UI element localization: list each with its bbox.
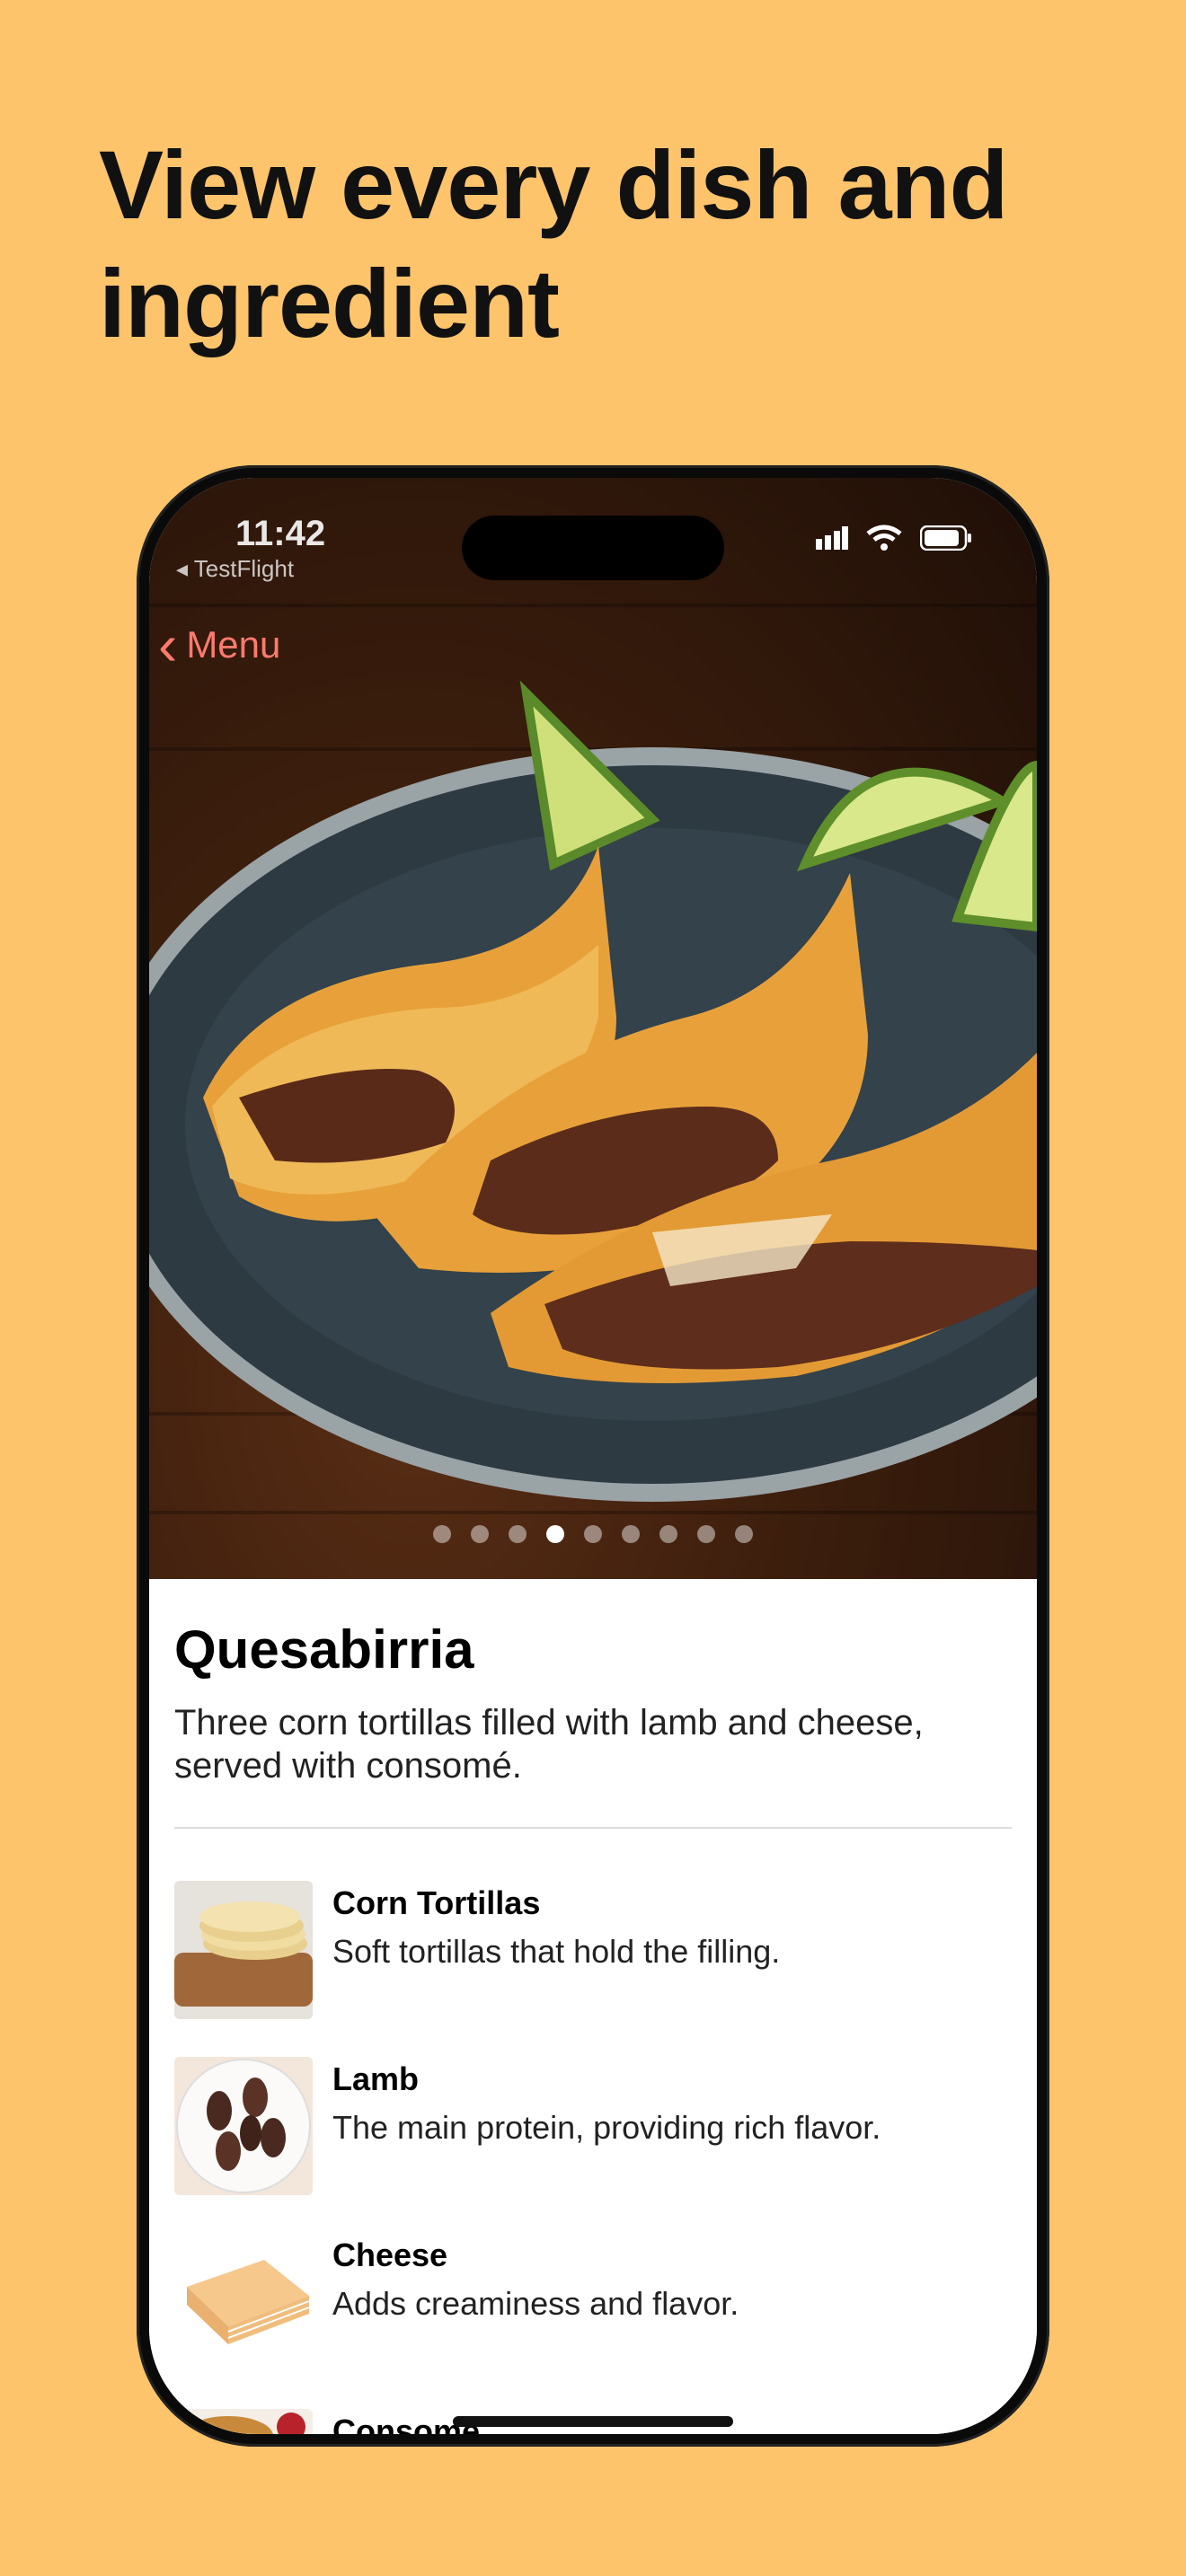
page-dot[interactable] <box>697 1525 715 1543</box>
ingredient-list: Corn Tortillas Soft tortillas that hold … <box>174 1881 1012 2434</box>
page-dot[interactable] <box>622 1525 640 1543</box>
phone-screen: 11:42 ◂ TestFlight ‹ Menu Quesabirria Th… <box>149 478 1037 2434</box>
page-dot[interactable] <box>433 1525 451 1543</box>
back-button-label: Menu <box>186 623 281 666</box>
dish-title: Quesabirria <box>174 1619 474 1680</box>
dish-photo[interactable]: 11:42 ◂ TestFlight ‹ Menu <box>149 478 1037 1579</box>
ingredient-name: Corn Tortillas <box>332 1884 541 1921</box>
lamb-image <box>174 2057 313 2195</box>
page-dot[interactable] <box>471 1525 489 1543</box>
consome-image <box>174 2409 313 2434</box>
back-to-app-link[interactable]: ◂ TestFlight <box>176 555 294 583</box>
ingredient-note: Soft tortillas that hold the filling. <box>332 1933 781 1970</box>
page-dot[interactable] <box>546 1525 564 1543</box>
phone-frame: 11:42 ◂ TestFlight ‹ Menu Quesabirria Th… <box>137 465 1049 2447</box>
home-indicator[interactable] <box>453 2416 733 2427</box>
dish-description: Three corn tortillas filled with lamb an… <box>174 1703 924 1786</box>
ingredient-name: Lamb <box>332 2060 420 2097</box>
page-indicator[interactable] <box>149 1525 1037 1543</box>
page-dot[interactable] <box>509 1525 527 1543</box>
ingredient-note: The main protein, providing rich flavor. <box>332 2109 881 2146</box>
status-icons <box>816 525 972 556</box>
page-dot[interactable] <box>659 1525 677 1543</box>
quesabirria-plate-image <box>149 680 1037 1502</box>
list-item[interactable]: Lamb The main protein, providing rich fl… <box>174 2057 1012 2233</box>
cellular-icon <box>816 526 848 554</box>
list-item[interactable]: Cheese Adds creaminess and flavor. <box>174 2233 1012 2409</box>
page-dot[interactable] <box>735 1525 753 1543</box>
list-item[interactable]: Corn Tortillas Soft tortillas that hold … <box>174 1881 1012 2057</box>
tortillas-image <box>174 1881 313 2019</box>
page-dot[interactable] <box>584 1525 602 1543</box>
status-bar: 11:42 ◂ TestFlight <box>149 478 1037 586</box>
ingredient-name: Cheese <box>332 2236 448 2273</box>
wifi-icon <box>866 525 902 556</box>
dynamic-island <box>462 516 724 580</box>
ingredient-note: Adds creaminess and flavor. <box>332 2285 739 2322</box>
divider <box>174 1827 1012 1829</box>
dish-details: Quesabirria Three corn tortillas filled … <box>149 1579 1037 2434</box>
cheese-image <box>174 2233 313 2371</box>
chevron-left-icon: ‹ <box>158 613 178 677</box>
back-button[interactable]: ‹ Menu <box>158 613 281 677</box>
headline: View every dish and ingredient <box>99 130 1008 357</box>
status-time: 11:42 <box>235 514 326 553</box>
battery-icon <box>919 525 972 555</box>
